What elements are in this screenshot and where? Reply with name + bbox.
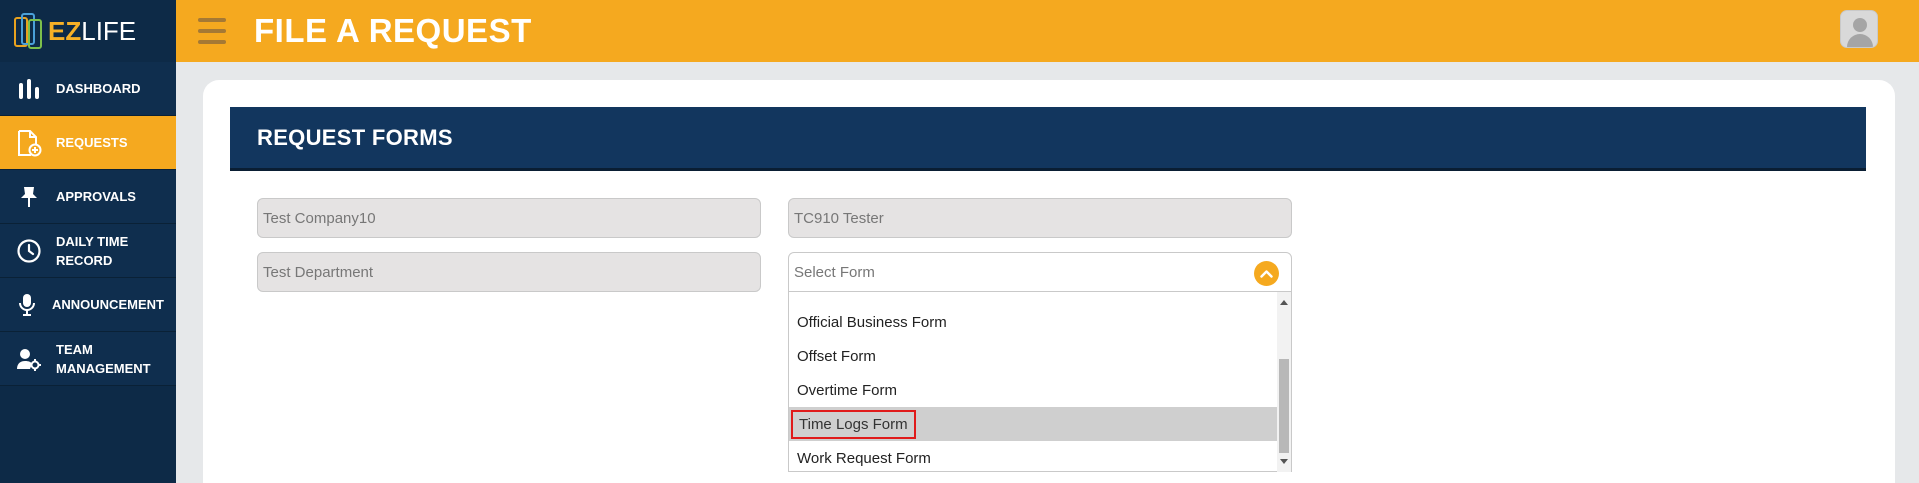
sidebar-item-announcement[interactable]: ANNOUNCEMENT: [0, 278, 176, 332]
top-header: FILE A REQUEST: [176, 0, 1919, 62]
sidebar-item-team-management[interactable]: TEAM MANAGEMENT: [0, 332, 176, 386]
logo-text-ez: EZ: [48, 15, 82, 46]
chevron-up-icon[interactable]: [1254, 261, 1279, 286]
section-title: REQUEST FORMS: [257, 124, 453, 150]
option-official-business-form[interactable]: Official Business Form: [789, 305, 1279, 339]
select-placeholder: Select Form: [794, 263, 875, 281]
option-work-request-form[interactable]: Work Request Form: [789, 441, 1279, 475]
option-offset-form[interactable]: Offset Form: [789, 339, 1279, 373]
hamburger-menu-icon[interactable]: [198, 18, 226, 44]
pin-icon: [14, 182, 44, 212]
department-field: Test Department: [257, 252, 761, 292]
employee-field: TC910 Tester: [788, 198, 1292, 238]
user-gear-icon: [14, 344, 44, 374]
option-label-highlighted: Time Logs Form: [791, 409, 916, 439]
section-header: REQUEST FORMS: [230, 107, 1866, 171]
logo-mark-icon: [12, 11, 46, 51]
sidebar-item-daily-time-record[interactable]: DAILY TIME RECORD: [0, 224, 176, 278]
document-plus-icon: [14, 128, 44, 158]
app-logo[interactable]: EZLIFE: [0, 0, 176, 62]
microphone-icon: [12, 290, 42, 320]
sidebar-item-label: ANNOUNCEMENT: [52, 297, 164, 312]
company-field: Test Company10: [257, 198, 761, 238]
sidebar-item-label: TEAM MANAGEMENT: [56, 341, 151, 376]
sidebar-item-dashboard[interactable]: DASHBOARD: [0, 62, 176, 116]
sidebar-item-requests[interactable]: REQUESTS: [0, 116, 176, 170]
option-time-logs-form[interactable]: Time Logs Form: [789, 407, 1279, 441]
scroll-thumb[interactable]: [1279, 359, 1289, 453]
page-title: FILE A REQUEST: [254, 12, 532, 49]
sidebar-item-label: DASHBOARD: [56, 81, 141, 96]
logo-text-life: LIFE: [81, 15, 137, 46]
scroll-down-arrow-icon[interactable]: [1280, 459, 1288, 464]
sidebar: EZLIFE DASHBOARD REQUESTS APPROVALS DAIL…: [0, 0, 176, 483]
bar-chart-icon: [14, 74, 44, 104]
form-type-select[interactable]: Select Form: [788, 252, 1292, 292]
scroll-up-arrow-icon[interactable]: [1280, 300, 1288, 305]
clock-icon: [14, 236, 44, 266]
sidebar-item-label: REQUESTS: [56, 135, 128, 150]
logo-text: EZLIFE: [48, 16, 136, 47]
sidebar-item-approvals[interactable]: APPROVALS: [0, 170, 176, 224]
sidebar-item-label: DAILY TIME RECORD: [56, 233, 129, 268]
sidebar-item-label: APPROVALS: [56, 189, 136, 204]
form-options-dropdown: Official Business Form Offset Form Overt…: [788, 292, 1292, 472]
dropdown-scrollbar[interactable]: [1277, 292, 1291, 472]
option-overtime-form[interactable]: Overtime Form: [789, 373, 1279, 407]
user-avatar[interactable]: [1840, 10, 1878, 48]
request-forms-card: REQUEST FORMS Test Company10 TC910 Teste…: [203, 80, 1895, 483]
